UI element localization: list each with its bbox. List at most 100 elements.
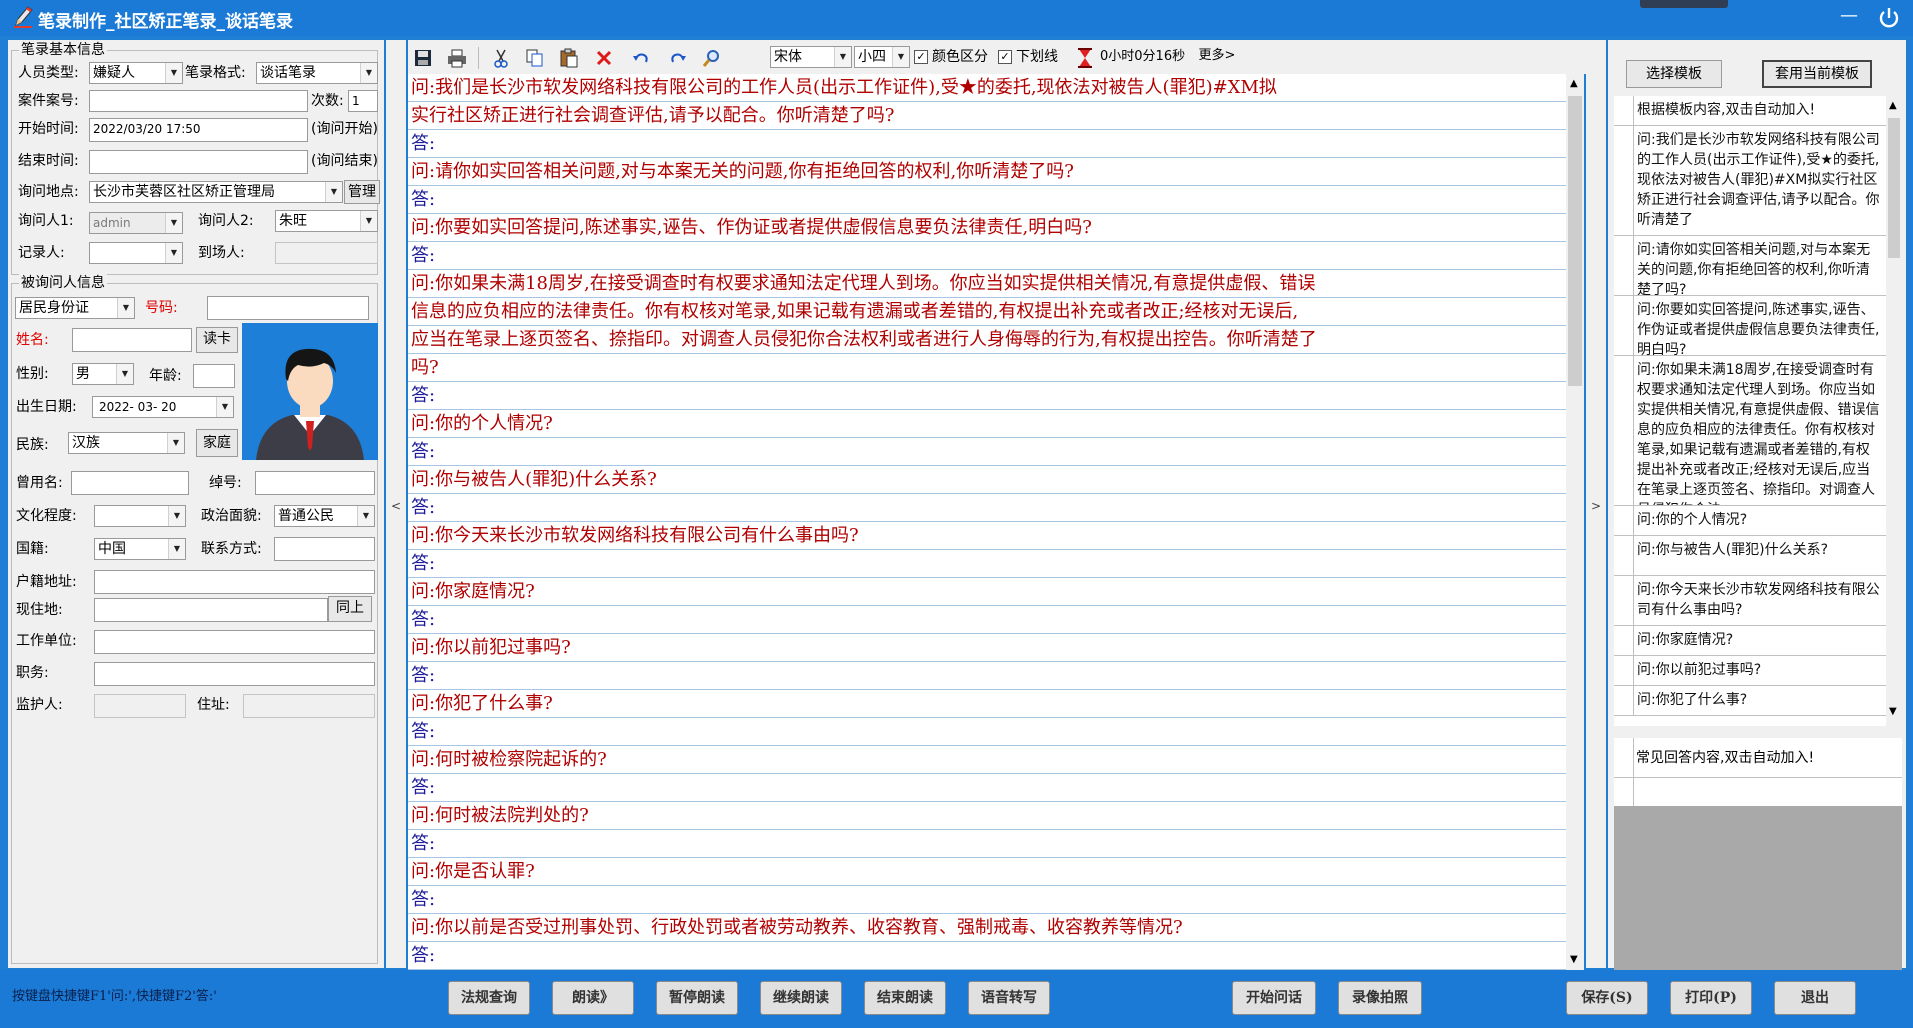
- font-size-select[interactable]: 小四 ▼: [854, 46, 910, 68]
- select-template-button[interactable]: 选择模板: [1626, 60, 1722, 88]
- print-bottom-button[interactable]: 打印(P): [1670, 981, 1752, 1015]
- scroll-up-arrow[interactable]: ▲: [1889, 100, 1897, 111]
- question-line[interactable]: 问:你与被告人(罪犯)什么关系?: [408, 466, 1566, 494]
- resume-reading-button[interactable]: 继续朗读: [760, 981, 842, 1015]
- id-no-input[interactable]: [207, 296, 369, 320]
- answer-line[interactable]: 答:: [408, 886, 1566, 914]
- question-line[interactable]: 问:何时被检察院起诉的?: [408, 746, 1566, 774]
- left-collapse-strip[interactable]: <: [386, 40, 406, 968]
- answer-line[interactable]: 答:: [408, 550, 1566, 578]
- question-line[interactable]: 信息的应负相应的法律责任。你有权核对笔录,如果记载有遗漏或者差错的,有权提出补充…: [408, 298, 1566, 326]
- color-diff-checkbox[interactable]: ✓: [914, 50, 928, 64]
- template-item[interactable]: 问:你如果未满18周岁,在接受调查时有权要求通知法定代理人到场。你应当如实提供相…: [1614, 356, 1886, 506]
- question-line[interactable]: 问:你家庭情况?: [408, 578, 1566, 606]
- question-line[interactable]: 问:我们是长沙市软发网络科技有限公司的工作人员(出示工作证件),受★的委托,现依…: [408, 74, 1566, 102]
- count-input[interactable]: 1: [348, 90, 378, 112]
- scroll-down-arrow[interactable]: ▼: [1889, 706, 1897, 717]
- paste-icon[interactable]: [558, 47, 580, 69]
- save-bottom-button[interactable]: 保存(S): [1566, 981, 1648, 1015]
- transcript-editor[interactable]: 问:我们是长沙市软发网络科技有限公司的工作人员(出示工作证件),受★的委托,现依…: [408, 74, 1584, 970]
- ethnic-select[interactable]: 汉族 ▼: [68, 432, 185, 454]
- underline-checkbox[interactable]: ✓: [998, 50, 1012, 64]
- template-item[interactable]: 问:你今天来长沙市软发网络科技有限公司有什么事由吗?: [1614, 576, 1886, 626]
- end-inquiry-button[interactable]: (询问结束): [311, 152, 378, 170]
- answer-line[interactable]: 答:: [408, 438, 1566, 466]
- edu-select[interactable]: ▼: [94, 505, 186, 527]
- guardian-input[interactable]: [94, 694, 186, 718]
- question-line[interactable]: 实行社区矫正进行社会调查评估,请予以配合。你听清楚了吗?: [408, 102, 1566, 130]
- answer-line[interactable]: 答:: [408, 494, 1566, 522]
- template-item[interactable]: 问:你以前犯过事吗?: [1614, 656, 1886, 686]
- redo-icon[interactable]: [667, 47, 689, 69]
- print-icon[interactable]: [446, 47, 468, 69]
- collapse-left-arrow[interactable]: <: [391, 497, 401, 515]
- start-inquiry-button[interactable]: (询问开始): [311, 120, 378, 138]
- more-button[interactable]: 更多>: [1194, 44, 1240, 68]
- scroll-down-arrow[interactable]: ▼: [1570, 954, 1578, 965]
- contact-input[interactable]: [274, 537, 375, 561]
- exit-button[interactable]: 退出: [1774, 981, 1856, 1015]
- start-inquiry-bottom-button[interactable]: 开始问话: [1232, 981, 1316, 1015]
- nickname-input[interactable]: [255, 471, 375, 495]
- end-time-input[interactable]: [89, 150, 308, 174]
- question-line[interactable]: 问:你以前犯过事吗?: [408, 634, 1566, 662]
- answers-empty-row[interactable]: [1614, 778, 1902, 806]
- answer-line[interactable]: 答:: [408, 830, 1566, 858]
- minimize-button[interactable]: —: [1838, 7, 1860, 28]
- inquirer1-select[interactable]: admin ▼: [89, 212, 183, 234]
- template-item[interactable]: 问:你犯了什么事?: [1614, 686, 1886, 716]
- manage-button[interactable]: 管理: [344, 180, 380, 204]
- nation-select[interactable]: 中国 ▼: [94, 538, 186, 560]
- font-select[interactable]: 宋体 ▼: [770, 46, 852, 68]
- question-line[interactable]: 问:你今天来长沙市软发网络科技有限公司有什么事由吗?: [408, 522, 1566, 550]
- read-card-button[interactable]: 读卡: [196, 327, 238, 353]
- same-as-above-button[interactable]: 同上: [328, 596, 372, 622]
- template-item[interactable]: 问:请你如实回答相关问题,对与本案无关的问题,你有拒绝回答的权利,你听清楚了吗?: [1614, 236, 1886, 296]
- person-type-select[interactable]: 嫌疑人 ▼: [89, 62, 183, 84]
- name-input[interactable]: [72, 328, 192, 352]
- question-line[interactable]: 应当在笔录上逐页签名、捺指印。对调查人员侵犯你合法权利或者进行人身侮辱的行为,有…: [408, 326, 1566, 354]
- start-time-input[interactable]: 2022/03/20 17:50: [89, 118, 308, 142]
- stop-reading-button[interactable]: 结束朗读: [864, 981, 946, 1015]
- politics-select[interactable]: 普通公民 ▼: [274, 505, 375, 527]
- alias-input[interactable]: [71, 471, 189, 495]
- answer-line[interactable]: 答:: [408, 942, 1566, 970]
- birth-date-picker[interactable]: 2022- 03- 20 ▼: [92, 396, 234, 418]
- editor-scrollbar[interactable]: ▲ ▼: [1566, 74, 1584, 970]
- answer-line[interactable]: 答:: [408, 130, 1566, 158]
- copy-icon[interactable]: [524, 47, 546, 69]
- location-select[interactable]: 长沙市芙蓉区社区矫正管理局 ▼: [89, 181, 343, 203]
- age-input[interactable]: [193, 364, 235, 388]
- case-no-input[interactable]: [89, 90, 308, 112]
- read-aloud-button[interactable]: 朗读》: [552, 981, 634, 1015]
- power-icon[interactable]: [1876, 5, 1902, 31]
- question-line[interactable]: 问:你的个人情况?: [408, 410, 1566, 438]
- answer-line[interactable]: 答:: [408, 606, 1566, 634]
- search-icon[interactable]: [701, 47, 723, 69]
- template-scrollbar[interactable]: ▲ ▼: [1886, 96, 1902, 726]
- job-input[interactable]: [94, 662, 375, 686]
- record-photo-button[interactable]: 录像拍照: [1338, 981, 1422, 1015]
- undo-icon[interactable]: [630, 47, 652, 69]
- id-type-select[interactable]: 居民身份证 ▼: [15, 297, 135, 319]
- collapse-right-arrow[interactable]: >: [1591, 497, 1601, 515]
- answer-line[interactable]: 答:: [408, 186, 1566, 214]
- question-line[interactable]: 问:你如果未满18周岁,在接受调查时有权要求通知法定代理人到场。你应当如实提供相…: [408, 270, 1566, 298]
- family-button[interactable]: 家庭: [196, 429, 238, 457]
- cut-icon[interactable]: [490, 47, 512, 69]
- template-item[interactable]: 问:你家庭情况?: [1614, 626, 1886, 656]
- question-line[interactable]: 问:请你如实回答相关问题,对与本案无关的问题,你有拒绝回答的权利,你听清楚了吗?: [408, 158, 1566, 186]
- template-item[interactable]: 问:你与被告人(罪犯)什么关系?: [1614, 536, 1886, 576]
- template-list[interactable]: 根据模板内容,双击自动加入! 问:我们是长沙市软发网络科技有限公司的工作人员(出示…: [1614, 96, 1902, 726]
- question-line[interactable]: 吗?: [408, 354, 1566, 382]
- save-icon[interactable]: [412, 47, 434, 69]
- answers-list[interactable]: 常见回答内容,双击自动加入!: [1614, 738, 1902, 970]
- template-item[interactable]: 问:你要如实回答提问,陈述事实,诬告、作伪证或者提供虚假信息要负法律责任,明白吗…: [1614, 296, 1886, 356]
- format-select[interactable]: 谈话笔录 ▼: [256, 62, 378, 84]
- present-input[interactable]: [275, 242, 378, 264]
- speech-to-text-button[interactable]: 语音转写: [968, 981, 1050, 1015]
- question-line[interactable]: 问:你是否认罪?: [408, 858, 1566, 886]
- inquirer2-select[interactable]: 朱旺 ▼: [275, 210, 378, 232]
- right-collapse-strip[interactable]: >: [1586, 40, 1606, 968]
- residence-input[interactable]: [94, 598, 328, 622]
